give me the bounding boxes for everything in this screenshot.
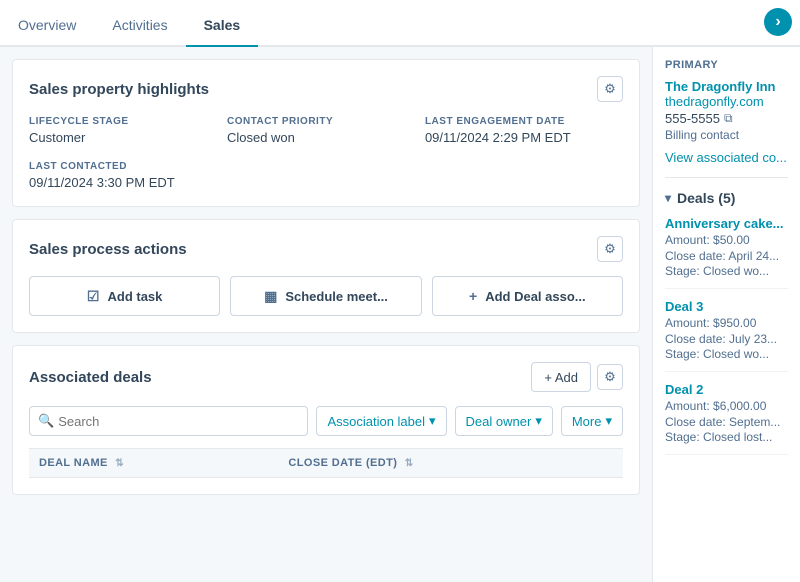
actions-gear-button[interactable]: ⚙	[597, 236, 623, 262]
deal-owner-text: Deal owner	[466, 414, 532, 429]
action-buttons-group: ☑ Add task ▦ Schedule meet... + Add Deal…	[29, 276, 623, 316]
deal-3-stage: Stage: Closed lost...	[665, 430, 788, 444]
associated-deals-title: Associated deals	[29, 369, 152, 386]
add-task-button[interactable]: ☑ Add task	[29, 276, 220, 316]
sales-actions-title: Sales process actions	[29, 241, 187, 258]
more-filter-chevron: ▾	[605, 413, 612, 429]
deals-toolbar: 🔍 Association label ▾ Deal owner ▾ More …	[29, 406, 623, 436]
collapse-icon: ▾	[665, 191, 671, 205]
deal-item-3: Deal 2 Amount: $6,000.00 Close date: Sep…	[665, 382, 788, 455]
task-icon: ☑	[87, 288, 100, 305]
copy-icon[interactable]: ⧉	[724, 111, 733, 126]
add-deal-association-button[interactable]: + Add	[531, 362, 591, 392]
associated-deals-card: Associated deals + Add ⚙ 🔍 Association l…	[12, 345, 640, 495]
search-icon: 🔍	[38, 413, 54, 429]
deals-search-box[interactable]: 🔍	[29, 406, 308, 436]
deal-name-column-header[interactable]: DEAL NAME ⇅	[29, 449, 278, 478]
deal-3-close-date: Close date: Septem...	[665, 415, 788, 429]
deal-1-name[interactable]: Anniversary cake...	[665, 216, 788, 231]
tab-overview[interactable]: Overview	[0, 7, 94, 47]
add-deal-button[interactable]: + Add Deal asso...	[432, 276, 623, 316]
deal-1-stage: Stage: Closed wo...	[665, 264, 788, 278]
close-date-column-header[interactable]: CLOSE DATE (EDT) ⇅	[278, 449, 623, 478]
property-grid: LIFECYCLE STAGE Customer CONTACT PRIORIT…	[29, 116, 623, 190]
deal-name-header-label: DEAL NAME	[39, 457, 108, 469]
deals-section-header: ▾ Deals (5)	[665, 190, 788, 206]
deals-gear-button[interactable]: ⚙	[597, 364, 623, 390]
corner-icon: ›	[764, 8, 792, 36]
contact-priority-value: Closed won	[227, 130, 415, 145]
deal-owner-chevron: ▾	[535, 413, 542, 429]
schedule-meeting-button[interactable]: ▦ Schedule meet...	[230, 276, 421, 316]
company-name[interactable]: The Dragonfly Inn	[665, 79, 788, 94]
add-deal-association-label: + Add	[544, 370, 578, 385]
property-lifecycle-stage: LIFECYCLE STAGE Customer	[29, 116, 227, 145]
association-label-text: Association label	[327, 414, 425, 429]
close-date-sort-icon: ⇅	[405, 458, 414, 469]
actions-card-header: Sales process actions ⚙	[29, 236, 623, 262]
association-label-chevron: ▾	[429, 413, 436, 429]
deal-owner-filter[interactable]: Deal owner ▾	[455, 406, 553, 436]
table-header-row: DEAL NAME ⇅ CLOSE DATE (EDT) ⇅	[29, 449, 623, 478]
primary-label: Primary	[665, 59, 788, 71]
last-contacted-label: LAST CONTACTED	[29, 161, 217, 172]
add-deal-label: Add Deal asso...	[485, 289, 585, 304]
company-phone: 555-5555 ⧉	[665, 111, 788, 126]
last-engagement-value: 09/11/2024 2:29 PM EDT	[425, 130, 613, 145]
property-contact-priority: CONTACT PRIORITY Closed won	[227, 116, 425, 145]
highlights-gear-button[interactable]: ⚙	[597, 76, 623, 102]
deals-card-header: Associated deals + Add ⚙	[29, 362, 623, 392]
more-filter[interactable]: More ▾	[561, 406, 623, 436]
last-contacted-value: 09/11/2024 3:30 PM EDT	[29, 175, 217, 190]
contact-priority-label: CONTACT PRIORITY	[227, 116, 415, 127]
calendar-icon: ▦	[264, 288, 277, 305]
left-panel: Sales property highlights ⚙ LIFECYCLE ST…	[0, 47, 652, 582]
tab-sales[interactable]: Sales	[186, 7, 259, 47]
billing-contact: Billing contact	[665, 128, 788, 142]
section-divider	[665, 177, 788, 178]
deals-section-title-text: Deals (5)	[677, 190, 735, 206]
schedule-meeting-label: Schedule meet...	[285, 289, 388, 304]
property-last-engagement: LAST ENGAGEMENT DATE 09/11/2024 2:29 PM …	[425, 116, 623, 145]
lifecycle-stage-label: LIFECYCLE STAGE	[29, 116, 217, 127]
plus-icon: +	[469, 288, 477, 304]
tab-bar: Overview Activities Sales ›	[0, 0, 800, 47]
search-input[interactable]	[58, 414, 299, 429]
deal-2-amount: Amount: $950.00	[665, 316, 788, 330]
deal-item-1: Anniversary cake... Amount: $50.00 Close…	[665, 216, 788, 289]
deal-2-name[interactable]: Deal 3	[665, 299, 788, 314]
card-header: Sales property highlights ⚙	[29, 76, 623, 102]
company-url[interactable]: thedragonfly.com	[665, 94, 788, 109]
phone-number: 555-5555	[665, 111, 720, 126]
association-label-filter[interactable]: Association label ▾	[316, 406, 446, 436]
right-panel: Primary The Dragonfly Inn thedragonfly.c…	[652, 47, 800, 582]
sales-highlights-title: Sales property highlights	[29, 81, 209, 98]
lifecycle-stage-value: Customer	[29, 130, 217, 145]
deal-name-sort-icon: ⇅	[115, 458, 124, 469]
deal-1-amount: Amount: $50.00	[665, 233, 788, 247]
deal-2-close-date: Close date: July 23...	[665, 332, 788, 346]
sales-actions-card: Sales process actions ⚙ ☑ Add task ▦ Sch…	[12, 219, 640, 333]
main-layout: Sales property highlights ⚙ LIFECYCLE ST…	[0, 47, 800, 582]
deals-section-toggle[interactable]: ▾ Deals (5)	[665, 190, 735, 206]
deal-1-close-date: Close date: April 24...	[665, 249, 788, 263]
deals-table: DEAL NAME ⇅ CLOSE DATE (EDT) ⇅	[29, 448, 623, 478]
close-date-header-label: CLOSE DATE (EDT)	[288, 457, 397, 469]
view-associated-link[interactable]: View associated co...	[665, 150, 788, 165]
deals-list: Anniversary cake... Amount: $50.00 Close…	[665, 216, 788, 455]
more-filter-text: More	[572, 414, 602, 429]
last-engagement-label: LAST ENGAGEMENT DATE	[425, 116, 613, 127]
deal-3-name[interactable]: Deal 2	[665, 382, 788, 397]
property-last-contacted: LAST CONTACTED 09/11/2024 3:30 PM EDT	[29, 161, 227, 190]
add-task-label: Add task	[107, 289, 162, 304]
deal-2-stage: Stage: Closed wo...	[665, 347, 788, 361]
sales-highlights-card: Sales property highlights ⚙ LIFECYCLE ST…	[12, 59, 640, 207]
tab-activities[interactable]: Activities	[94, 7, 185, 47]
deal-item-2: Deal 3 Amount: $950.00 Close date: July …	[665, 299, 788, 372]
deal-3-amount: Amount: $6,000.00	[665, 399, 788, 413]
